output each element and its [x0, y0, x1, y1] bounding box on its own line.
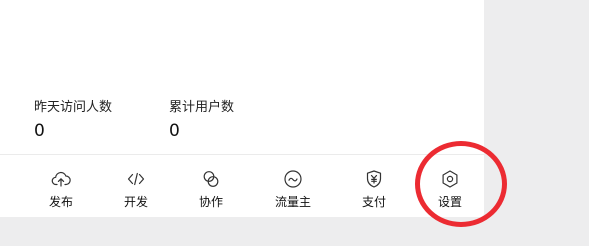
- overview-card: 昨天访问人数 0 累计用户数 0 发布 开发 协作 流量主 支付 设置: [0, 0, 484, 217]
- stat-label: 累计用户数: [169, 100, 235, 115]
- nav-label: 协作: [198, 195, 223, 209]
- nav-label: 开发: [123, 195, 148, 209]
- stat-total-users: 累计用户数 0: [169, 96, 234, 141]
- stat-label: 昨天访问人数: [34, 100, 113, 115]
- nav-item-settings[interactable]: 设置: [420, 169, 480, 210]
- nav-label: 流量主: [274, 195, 311, 209]
- nav-label: 设置: [437, 195, 462, 209]
- collaborate-icon: [203, 171, 219, 187]
- gear-icon: [442, 170, 458, 188]
- nav-label: 发布: [48, 195, 73, 209]
- divider: [0, 154, 484, 155]
- code-icon: [127, 172, 145, 186]
- nav-label: 支付: [361, 195, 386, 209]
- yuan-shield-icon: [366, 170, 382, 188]
- nav-item-traffic[interactable]: 流量主: [263, 169, 323, 210]
- stat-value: 0: [34, 121, 45, 141]
- nav-item-payment[interactable]: 支付: [344, 169, 404, 210]
- stat-yesterday-visitors: 昨天访问人数 0: [34, 96, 112, 141]
- nav-item-collaborate[interactable]: 协作: [181, 169, 241, 210]
- stat-value: 0: [169, 121, 180, 141]
- nav-item-publish[interactable]: 发布: [31, 169, 91, 210]
- cloud-upload-icon: [51, 171, 71, 187]
- nav-item-develop[interactable]: 开发: [106, 169, 166, 210]
- traffic-icon: [284, 170, 302, 188]
